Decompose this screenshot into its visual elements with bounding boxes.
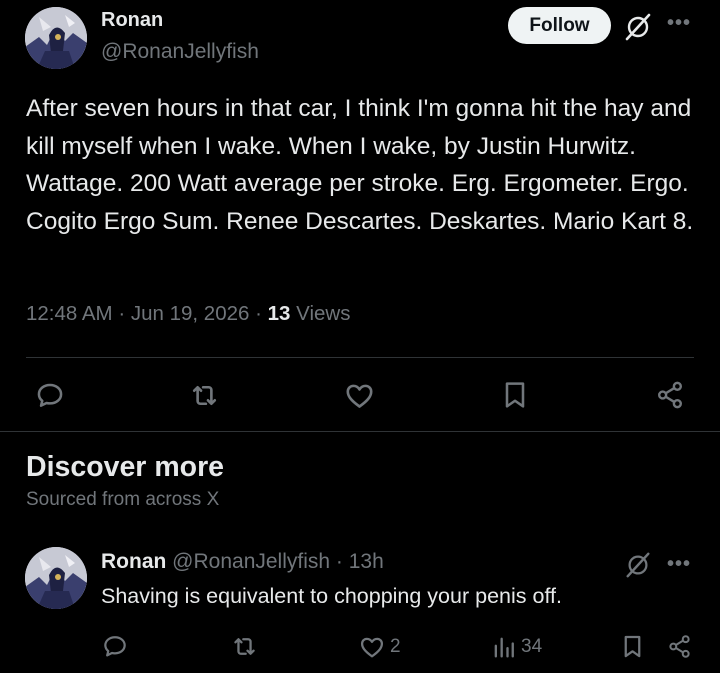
follow-button[interactable]: Follow — [508, 7, 611, 44]
tweet-date[interactable]: Jun 19, 2026 — [131, 302, 250, 325]
views-count: 13 — [267, 302, 291, 325]
tweet-time-ago[interactable]: 13h — [349, 550, 384, 573]
reply-icon — [104, 636, 126, 657]
author-handle[interactable]: @RonanJellyfish — [172, 550, 330, 573]
discover-title: Discover more — [26, 451, 225, 483]
share-button[interactable] — [666, 633, 693, 660]
tweet-text: After seven hours in that car, I think I… — [26, 95, 694, 235]
more-icon[interactable]: ••• — [667, 554, 691, 574]
reply-button[interactable] — [34, 379, 66, 411]
share-icon — [669, 635, 690, 658]
tweet-detail-page: Ronan @RonanJellyfish Follow ••• After s… — [0, 0, 720, 673]
discover-subtitle: Sourced from across X — [26, 489, 220, 510]
bookmark-icon — [505, 382, 525, 408]
tweet-time[interactable]: 12:48 AM — [26, 302, 113, 325]
section-divider — [0, 431, 720, 432]
author-handle[interactable]: @RonanJellyfish — [101, 40, 259, 64]
divider — [26, 357, 694, 358]
reply-button[interactable] — [101, 632, 129, 660]
views-label: Views — [296, 302, 351, 325]
bookmark-button[interactable] — [619, 633, 646, 660]
like-button[interactable] — [343, 379, 376, 412]
like-count: 2 — [390, 636, 401, 657]
share-button[interactable] — [654, 379, 686, 411]
meta-separator: · — [118, 302, 126, 325]
retweet-icon — [234, 638, 255, 655]
grok-icon[interactable] — [623, 12, 653, 42]
like-button[interactable]: 2 — [358, 633, 401, 661]
bookmark-icon — [624, 635, 641, 658]
avatar[interactable] — [25, 547, 87, 609]
view-count: 34 — [521, 636, 543, 657]
related-tweet-text: Shaving is equivalent to chopping your p… — [101, 584, 562, 608]
reply-icon — [37, 383, 63, 407]
tweet-meta: 12:48 AM · Jun 19, 2026 · 13 Views — [26, 302, 350, 326]
author-name[interactable]: Ronan — [101, 9, 163, 32]
like-icon — [346, 384, 373, 408]
grok-icon[interactable] — [624, 551, 654, 581]
views-button[interactable]: 34 — [490, 633, 542, 661]
related-tweet-header: Ronan @RonanJellyfish · 13h — [101, 550, 384, 574]
meta-separator: · — [335, 550, 343, 573]
retweet-button[interactable] — [188, 379, 221, 412]
retweet-icon — [192, 385, 217, 406]
author-name[interactable]: Ronan — [101, 550, 166, 573]
meta-separator: · — [255, 302, 262, 325]
avatar[interactable] — [25, 7, 87, 69]
share-icon — [658, 381, 682, 409]
more-icon[interactable]: ••• — [667, 13, 691, 33]
retweet-button[interactable] — [230, 632, 259, 661]
bookmark-button[interactable] — [499, 379, 531, 411]
views-icon — [494, 637, 514, 658]
like-icon — [360, 637, 384, 658]
